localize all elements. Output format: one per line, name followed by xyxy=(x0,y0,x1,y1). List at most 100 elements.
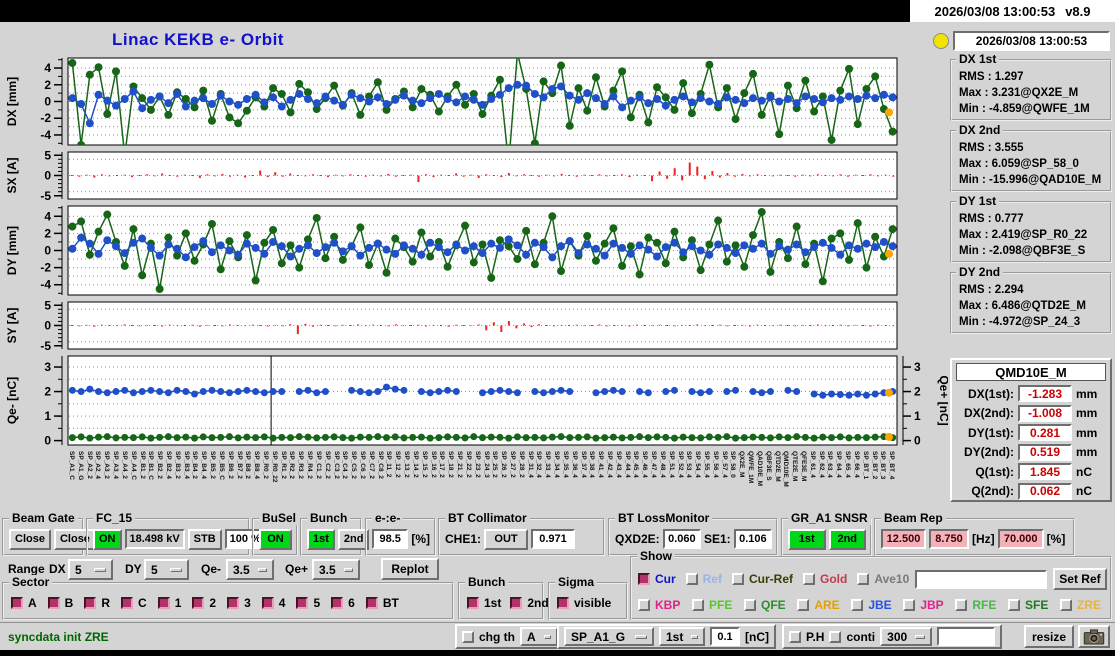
gra1-1st-button[interactable]: 1st xyxy=(788,529,826,550)
set-ref-button[interactable]: Set Ref xyxy=(1053,568,1106,590)
navg-select[interactable]: 300 xyxy=(880,627,932,646)
ee-ratio-value: 98.5 xyxy=(372,529,408,549)
timestamp-display: 2026/03/08 13:00:53 xyxy=(953,31,1110,51)
group-label: Sigma xyxy=(555,575,597,589)
checkbox[interactable] xyxy=(1060,599,1072,611)
ref-input[interactable] xyxy=(915,570,1047,589)
checkbox-label: C xyxy=(138,596,147,610)
checkbox[interactable] xyxy=(686,573,698,585)
bunch-group: Bunch 1st 2nd xyxy=(300,518,362,556)
checkbox[interactable] xyxy=(158,597,170,609)
busel-on-button[interactable]: ON xyxy=(259,529,292,550)
range-qe-plus-select[interactable]: 3.5 xyxy=(312,559,360,580)
checkbox-label: SFE xyxy=(1025,598,1048,612)
checkbox[interactable] xyxy=(11,597,23,609)
x-axis-label: SP_18_2 xyxy=(447,451,454,478)
checkbox[interactable] xyxy=(48,597,60,609)
checkbox[interactable] xyxy=(1008,599,1020,611)
checkbox[interactable] xyxy=(851,599,863,611)
checkbox-label: Ave10 xyxy=(874,572,909,586)
fc15-on-button[interactable]: ON xyxy=(93,529,122,550)
monitor-row-value: -1.008 xyxy=(1018,405,1072,422)
checkbox[interactable] xyxy=(510,597,522,609)
checkbox[interactable] xyxy=(467,597,479,609)
x-axis-label: SP_38_4 xyxy=(588,451,595,478)
stats-row: Max : 6.059@SP_58_0 xyxy=(959,156,1107,172)
x-axis-label: SP_51_4 xyxy=(668,451,675,478)
svg-text:2: 2 xyxy=(44,226,51,240)
range-dy-select[interactable]: 5 xyxy=(144,559,189,580)
x-axis-label: SP_28_2 xyxy=(518,451,525,478)
checkbox[interactable] xyxy=(366,597,378,609)
stats-row: RMS : 3.555 xyxy=(959,140,1107,156)
conti-checkbox[interactable] xyxy=(829,631,841,643)
stats-row: Min : -4.859@QWFE_1M xyxy=(959,101,1107,117)
titlebar-datetime: 2026/03/08 13:00:53 xyxy=(934,4,1055,19)
checkbox-item: SFE xyxy=(1008,598,1048,612)
checkbox-item: C xyxy=(121,596,147,610)
x-axis-label: QBF3E_S xyxy=(765,451,772,481)
checkbox[interactable] xyxy=(638,573,650,585)
checkbox[interactable] xyxy=(227,597,239,609)
che1-out-button[interactable]: OUT xyxy=(484,529,528,550)
checkbox[interactable] xyxy=(955,599,967,611)
x-axis-label: SP_15_2 xyxy=(421,451,428,478)
checkbox[interactable] xyxy=(732,573,744,585)
monitor-row: DX(2nd):-1.008mm xyxy=(956,404,1106,424)
ee-ratio-unit: [%] xyxy=(411,532,430,546)
beam-gate-close-button-1[interactable]: Close xyxy=(9,529,51,550)
checkbox[interactable] xyxy=(331,597,343,609)
checkbox[interactable] xyxy=(744,599,756,611)
group-label: BuSel xyxy=(259,511,299,525)
checkbox[interactable] xyxy=(262,597,274,609)
sy-chart: -505SY [A] xyxy=(0,300,948,352)
stats-row: Max : 3.231@QX2E_M xyxy=(959,85,1107,101)
x-axis-label: SP_27_2 xyxy=(509,451,516,478)
option-menu-bar-icon xyxy=(915,635,925,639)
x-axis-label: SP_56_4 xyxy=(712,451,719,478)
gra1-2nd-button[interactable]: 2nd xyxy=(829,529,867,550)
monitor-row-label: Q(1st): xyxy=(956,465,1014,479)
threshold-value[interactable]: 0.1 xyxy=(710,627,740,646)
checkbox-label: 2 xyxy=(209,596,216,610)
svg-text:3: 3 xyxy=(44,360,51,374)
x-axis-label: SP_46_4 xyxy=(641,451,648,478)
resize-button[interactable]: resize xyxy=(1024,625,1074,648)
x-axis-label: SP_58_0 xyxy=(729,451,736,478)
checkbox[interactable] xyxy=(797,599,809,611)
checkbox[interactable] xyxy=(803,573,815,585)
checkbox[interactable] xyxy=(296,597,308,609)
svg-text:0: 0 xyxy=(44,169,51,183)
bunch-order-select[interactable]: 1st xyxy=(659,627,705,646)
x-axis-label: SP_A3_4 xyxy=(112,451,119,479)
screenshot-button[interactable] xyxy=(1078,625,1110,648)
checkbox[interactable] xyxy=(192,597,204,609)
checkbox[interactable] xyxy=(557,597,569,609)
monitor-row-value: 0.519 xyxy=(1018,444,1072,461)
checkbox[interactable] xyxy=(903,599,915,611)
checkbox[interactable] xyxy=(857,573,869,585)
x-axis-label: SP_57_4 xyxy=(721,451,728,478)
monitor-rows: DX(1st):-1.283mmDX(2nd):-1.008mmDY(1st):… xyxy=(956,384,1106,501)
range-dx-select[interactable]: 5 xyxy=(68,559,113,580)
bunch-1st-button[interactable]: 1st xyxy=(307,529,335,550)
x-axis-label: SP_R0_22 xyxy=(271,451,278,482)
ph-checkbox[interactable] xyxy=(789,631,801,643)
sp-select[interactable]: SP_A1_G xyxy=(564,627,654,646)
th-select[interactable]: A xyxy=(520,627,558,646)
range-qe-minus-select[interactable]: 3.5 xyxy=(226,559,274,580)
checkbox-item: ARE xyxy=(797,598,839,612)
fc15-stb-button[interactable]: STB xyxy=(188,529,222,550)
checkbox[interactable] xyxy=(692,599,704,611)
checkbox[interactable] xyxy=(84,597,96,609)
dx-chart: -4-2024DX [mm] xyxy=(0,56,948,148)
x-axis-label: SP_C1_2 xyxy=(315,451,322,479)
replot-button[interactable]: Replot xyxy=(381,558,439,580)
chg-th-checkbox[interactable] xyxy=(462,631,474,643)
checkbox[interactable] xyxy=(638,599,650,611)
extra-input[interactable] xyxy=(937,627,995,646)
checkbox[interactable] xyxy=(121,597,133,609)
checkbox-item: PFE xyxy=(692,598,732,612)
x-axis-labels: SP_A1_CSP_A1_GSP_A2_2SP_A2_4SP_A3_2SP_A3… xyxy=(0,450,948,512)
x-axis-label: SP_35_4 xyxy=(562,451,569,478)
